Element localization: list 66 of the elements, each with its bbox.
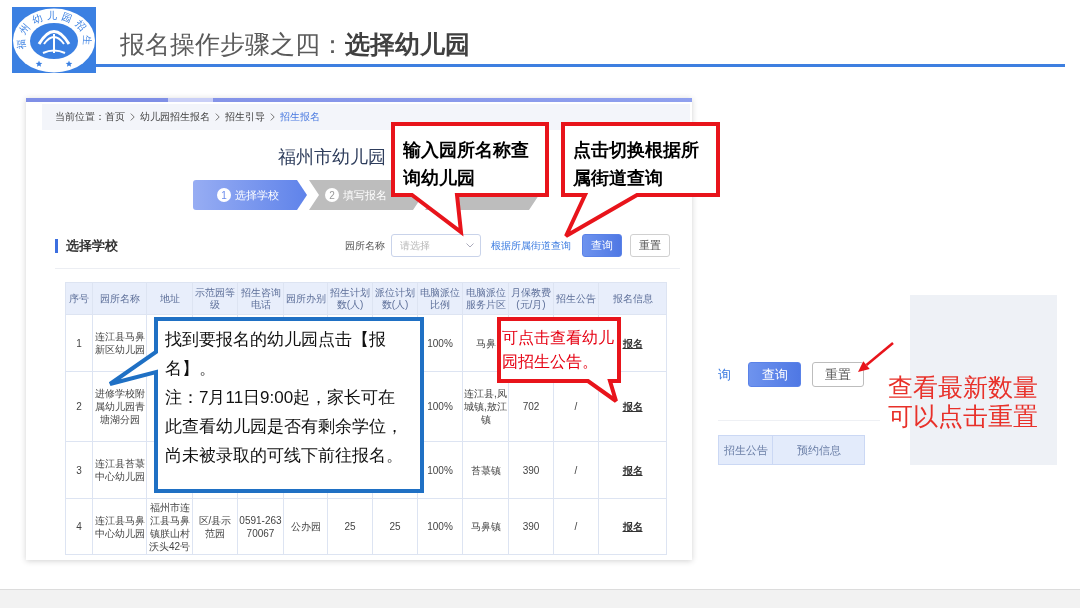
table-cell: 0591-26370067: [238, 499, 284, 555]
breadcrumb-label: 当前位置：: [55, 110, 105, 124]
table-cell: 连江县苔菉中心幼儿园: [93, 442, 147, 499]
table-cell: 390: [509, 442, 554, 499]
street-search-link[interactable]: 询: [718, 365, 731, 384]
chevron-right-icon: [215, 113, 220, 121]
pointer-arrow: [858, 342, 894, 372]
search-button[interactable]: 查询: [748, 362, 801, 387]
slide-title: 报名操作步骤之四：选择幼儿园: [120, 29, 470, 60]
filter-label: 园所名称: [345, 238, 385, 253]
column-header: 示范园等级: [193, 283, 238, 315]
table-cell: 100%: [418, 499, 463, 555]
column-header: 招生公告: [718, 435, 773, 465]
signup-link[interactable]: 报名: [622, 400, 643, 413]
chevron-right-icon: [130, 113, 135, 121]
column-header: 园所名称: [93, 283, 147, 315]
step-label: 选择学校: [235, 187, 279, 203]
table-cell: 3: [66, 442, 93, 499]
reset-button[interactable]: 重置: [630, 234, 670, 257]
column-header: 招生计划数(人): [328, 283, 373, 315]
breadcrumb-link[interactable]: 招生报名: [280, 110, 320, 124]
accent-bar-icon: [55, 238, 58, 253]
column-header: 招生公告: [554, 283, 599, 315]
column-header: 园所办别: [284, 283, 328, 315]
column-header: 电脑派位服务片区: [463, 283, 509, 315]
table-cell: 25: [373, 499, 418, 555]
table-cell: 公办园: [284, 499, 328, 555]
chevron-down-icon: [466, 243, 474, 248]
table-cell: 苔菉镇: [463, 442, 509, 499]
callout-text: 输入园所名称查询幼儿园: [403, 139, 530, 190]
logo-ring-text: 福州幼儿园招生: [14, 10, 94, 50]
chevron-right-icon: [270, 113, 275, 121]
table-cell: 25: [328, 499, 373, 555]
breadcrumb-link[interactable]: 首页: [105, 110, 125, 124]
column-header: 报名信息: [599, 283, 667, 315]
table-cell: 1: [66, 315, 93, 372]
table-cell: 福州市连江县马鼻镇朕山村沃头42号: [147, 499, 193, 555]
section-title: 选择学校: [66, 236, 118, 255]
breadcrumb-link[interactable]: 招生引导: [225, 110, 265, 124]
table-cell: /: [554, 442, 599, 499]
column-header: 序号: [66, 283, 93, 315]
callout-text: 找到要报名的幼儿园点击【报名】。: [165, 329, 387, 380]
signup-link[interactable]: 报名: [622, 336, 643, 350]
column-header: 电脑派位比例: [418, 283, 463, 315]
table-cell: 4: [66, 499, 93, 555]
callout-text: 点击切换根据所属街道查询: [573, 139, 700, 190]
street-search-link[interactable]: 根据所属街道查询: [491, 238, 571, 253]
table-cell: 连江县马鼻中心幼儿园: [93, 499, 147, 555]
callout-text: 注：7月11日9:00起，家长可在此查看幼儿园是否有剩余学位，尚未被录取的可线下前往报名。: [165, 387, 404, 467]
column-header: 预约信息: [773, 435, 865, 465]
column-header: 派位计划数(人): [373, 283, 418, 315]
page-title: 福州市幼儿园: [278, 146, 386, 169]
signup-link[interactable]: 报名: [622, 520, 643, 533]
table-cell: 区/县示范园: [193, 499, 238, 555]
column-header: 地址: [147, 283, 193, 315]
annotation-text: 查看最新数量可以点击重置: [888, 373, 1039, 431]
signup-link[interactable]: 报名: [622, 463, 643, 477]
table-cell: 390: [509, 499, 554, 555]
breadcrumb-link[interactable]: 幼儿园招生报名: [140, 110, 210, 124]
table-cell: /: [554, 499, 599, 555]
column-header: 招生咨询电话: [238, 283, 284, 315]
reset-button[interactable]: 重置: [812, 362, 864, 387]
table-cell: 2: [66, 372, 93, 442]
search-button[interactable]: 查询: [582, 234, 622, 257]
column-header: 月保教费(元/月): [509, 283, 554, 315]
table-cell: 马鼻镇: [463, 499, 509, 555]
